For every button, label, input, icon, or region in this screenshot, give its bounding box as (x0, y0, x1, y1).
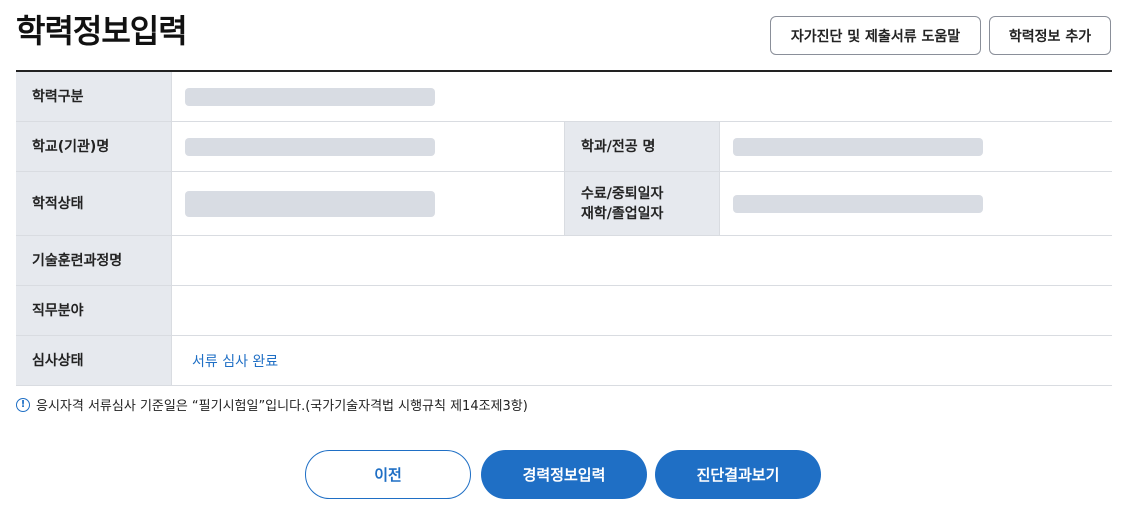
school-name-label: 학교(기관)명 (16, 122, 171, 171)
row-education-type: 학력구분 (16, 72, 1112, 122)
review-status-link[interactable]: 서류 심사 완료 (185, 351, 278, 371)
school-name-cell (171, 122, 564, 171)
academic-status-cell (171, 172, 564, 235)
job-field-cell (171, 286, 1112, 335)
row-training-course: 기술훈련과정명 (16, 236, 1112, 286)
academic-status-label: 학적상태 (16, 172, 171, 235)
review-status-label: 심사상태 (16, 336, 171, 385)
completion-date-label: 수료/중퇴일자 재학/졸업일자 (564, 172, 719, 235)
major-label: 학과/전공 명 (564, 122, 719, 171)
education-type-field[interactable] (185, 87, 435, 106)
completion-date-cell (719, 172, 1112, 235)
training-course-cell (171, 236, 1112, 285)
add-education-button[interactable]: 학력정보 추가 (989, 16, 1111, 55)
exclamation-circle-icon: ! (16, 397, 30, 412)
notice: ! 응시자격 서류심사 기준일은 “필기시험일”입니다.(국가기술자격법 시행규… (16, 395, 528, 414)
review-status-cell: 서류 심사 완료 (171, 336, 1112, 385)
notice-text: 응시자격 서류심사 기준일은 “필기시험일”입니다.(국가기술자격법 시행규칙 … (36, 399, 528, 414)
row-review-status: 심사상태 서류 심사 완료 (16, 336, 1112, 386)
help-button[interactable]: 자가진단 및 제출서류 도움말 (770, 16, 981, 55)
training-course-label: 기술훈련과정명 (16, 236, 171, 285)
completion-date-label-line2: 재학/졸업일자 (581, 205, 664, 222)
row-status-date: 학적상태 수료/중퇴일자 재학/졸업일자 (16, 172, 1112, 236)
academic-status-field[interactable] (185, 190, 435, 217)
career-info-button[interactable]: 경력정보입력 (481, 450, 647, 499)
education-type-label: 학력구분 (16, 72, 171, 121)
completion-date-label-line1: 수료/중퇴일자 (581, 185, 664, 202)
school-name-field[interactable] (185, 137, 435, 156)
row-school-major: 학교(기관)명 학과/전공 명 (16, 122, 1112, 172)
view-result-button[interactable]: 진단결과보기 (655, 450, 821, 499)
major-cell (719, 122, 1112, 171)
job-field-label: 직무분야 (16, 286, 171, 335)
row-job-field: 직무분야 (16, 286, 1112, 336)
major-field[interactable] (733, 137, 983, 156)
education-form: 학력구분 학교(기관)명 학과/전공 명 학적상태 수료/중퇴일자 재학/졸업일… (16, 70, 1112, 386)
education-type-cell (171, 72, 1112, 121)
completion-date-field[interactable] (733, 194, 983, 213)
prev-button[interactable]: 이전 (305, 450, 471, 499)
page-title: 학력정보입력 (16, 12, 188, 50)
